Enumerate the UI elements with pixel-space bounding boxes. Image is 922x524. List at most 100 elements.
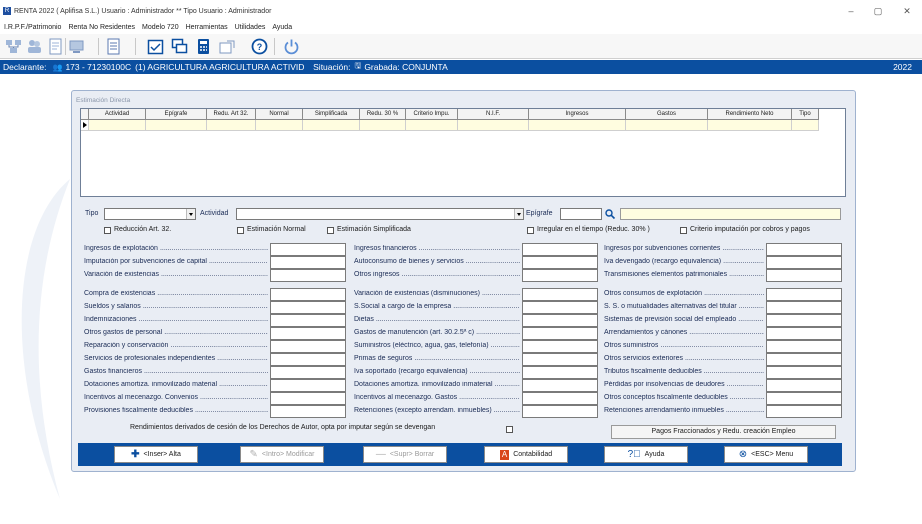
- amount-input[interactable]: [766, 256, 842, 269]
- amount-input[interactable]: [766, 366, 842, 379]
- amount-input[interactable]: [766, 327, 842, 340]
- chevron-down-icon[interactable]: [514, 209, 523, 219]
- epigrafe-input[interactable]: [560, 208, 602, 220]
- chevron-down-icon[interactable]: [186, 209, 195, 219]
- table-cell[interactable]: [458, 120, 529, 131]
- amount-input[interactable]: [270, 301, 346, 314]
- grid-col-gastos[interactable]: Gastos: [626, 109, 708, 120]
- table-cell[interactable]: [207, 120, 256, 131]
- menu-ayuda[interactable]: Ayuda: [272, 24, 292, 31]
- amount-input[interactable]: [522, 405, 598, 418]
- amount-input[interactable]: [270, 379, 346, 392]
- network-icon[interactable]: [4, 37, 23, 56]
- calendar-icon[interactable]: [146, 37, 165, 56]
- amount-input[interactable]: [522, 269, 598, 282]
- amount-input[interactable]: [270, 392, 346, 405]
- criterio-checkbox[interactable]: [680, 227, 687, 234]
- contabilidad-button[interactable]: A Contabilidad: [484, 446, 568, 463]
- amount-input[interactable]: [766, 353, 842, 366]
- table-cell[interactable]: [89, 120, 146, 131]
- table-row[interactable]: [81, 120, 819, 131]
- amount-input[interactable]: [522, 314, 598, 327]
- table-cell[interactable]: [303, 120, 360, 131]
- grid-col-redu-30[interactable]: Redu. 30 %: [360, 109, 406, 120]
- amount-input[interactable]: [766, 288, 842, 301]
- actividad-select[interactable]: [236, 208, 524, 220]
- grid-col-simplificada[interactable]: Simplificada: [303, 109, 360, 120]
- amount-input[interactable]: [522, 379, 598, 392]
- amount-input[interactable]: [766, 301, 842, 314]
- table-cell[interactable]: [708, 120, 792, 131]
- amount-input[interactable]: [270, 243, 346, 256]
- export-icon[interactable]: [218, 37, 237, 56]
- search-icon[interactable]: [604, 208, 616, 220]
- table-cell[interactable]: [256, 120, 303, 131]
- derechos-autor-checkbox[interactable]: [506, 426, 513, 433]
- amount-input[interactable]: [522, 243, 598, 256]
- estimacion-normal-checkbox[interactable]: [237, 227, 244, 234]
- modificar-button[interactable]: ✎ <Intro> Modificar: [240, 446, 324, 463]
- grid-col-epigrafe[interactable]: Epígrafe: [146, 109, 207, 120]
- table-cell[interactable]: [146, 120, 207, 131]
- tools-icon[interactable]: [67, 37, 86, 56]
- activities-grid[interactable]: Actividad Epígrafe Redu. Art 32. Normal …: [80, 108, 846, 197]
- monitor-icon[interactable]: [170, 37, 189, 56]
- table-cell[interactable]: [406, 120, 458, 131]
- amount-input[interactable]: [766, 269, 842, 282]
- table-cell[interactable]: [360, 120, 406, 131]
- maximize-button[interactable]: ▢: [863, 0, 893, 22]
- menu-renta-no-residentes[interactable]: Renta No Residentes: [68, 24, 135, 31]
- menu-herramientas[interactable]: Herramientas: [186, 24, 228, 31]
- amount-input[interactable]: [270, 288, 346, 301]
- menu-irpf[interactable]: I.R.P.F./Patrimonio: [4, 24, 61, 31]
- amount-input[interactable]: [522, 288, 598, 301]
- grid-col-normal[interactable]: Normal: [256, 109, 303, 120]
- minimize-button[interactable]: –: [836, 0, 866, 22]
- report-icon[interactable]: [104, 37, 123, 56]
- amount-input[interactable]: [522, 392, 598, 405]
- amount-input[interactable]: [270, 340, 346, 353]
- menu-button[interactable]: ⊗ <ESC> Menu: [724, 446, 808, 463]
- amount-input[interactable]: [270, 327, 346, 340]
- amount-input[interactable]: [522, 340, 598, 353]
- amount-input[interactable]: [522, 353, 598, 366]
- amount-input[interactable]: [522, 301, 598, 314]
- menu-utilidades[interactable]: Utilidades: [235, 24, 266, 31]
- amount-input[interactable]: [522, 327, 598, 340]
- amount-input[interactable]: [766, 243, 842, 256]
- table-cell[interactable]: [792, 120, 819, 131]
- amount-input[interactable]: [766, 392, 842, 405]
- amount-input[interactable]: [766, 314, 842, 327]
- amount-input[interactable]: [270, 353, 346, 366]
- amount-input[interactable]: [766, 405, 842, 418]
- alta-button[interactable]: ✚ <Inser> Alta: [114, 446, 198, 463]
- grid-col-criterio[interactable]: Criterio Impu.: [406, 109, 458, 120]
- amount-input[interactable]: [270, 405, 346, 418]
- amount-input[interactable]: [270, 314, 346, 327]
- irregular-checkbox[interactable]: [527, 227, 534, 234]
- ayuda-button[interactable]: ?⃝ Ayuda: [604, 446, 688, 463]
- grid-col-actividad[interactable]: Actividad: [89, 109, 146, 120]
- calculator-icon[interactable]: [194, 37, 213, 56]
- table-cell[interactable]: [529, 120, 626, 131]
- grid-col-ingresos[interactable]: Ingresos: [529, 109, 626, 120]
- amount-input[interactable]: [270, 269, 346, 282]
- amount-input[interactable]: [522, 366, 598, 379]
- reduccion-art32-checkbox[interactable]: [104, 227, 111, 234]
- grid-col-tipo[interactable]: Tipo: [792, 109, 819, 120]
- borrar-button[interactable]: — <Supr> Borrar: [363, 446, 447, 463]
- people-icon[interactable]: [25, 37, 44, 56]
- amount-input[interactable]: [270, 256, 346, 269]
- amount-input[interactable]: [766, 340, 842, 353]
- estimacion-simplificada-checkbox[interactable]: [327, 227, 334, 234]
- power-icon[interactable]: [282, 37, 301, 56]
- table-cell[interactable]: [626, 120, 708, 131]
- amount-input[interactable]: [522, 256, 598, 269]
- document-icon[interactable]: [46, 37, 65, 56]
- tipo-select[interactable]: [104, 208, 196, 220]
- menu-modelo-720[interactable]: Modelo 720: [142, 24, 179, 31]
- help-icon[interactable]: ?: [250, 37, 269, 56]
- amount-input[interactable]: [766, 379, 842, 392]
- amount-input[interactable]: [270, 366, 346, 379]
- pagos-fraccionados-button[interactable]: Pagos Fraccionados y Redu. creación Empl…: [611, 425, 836, 439]
